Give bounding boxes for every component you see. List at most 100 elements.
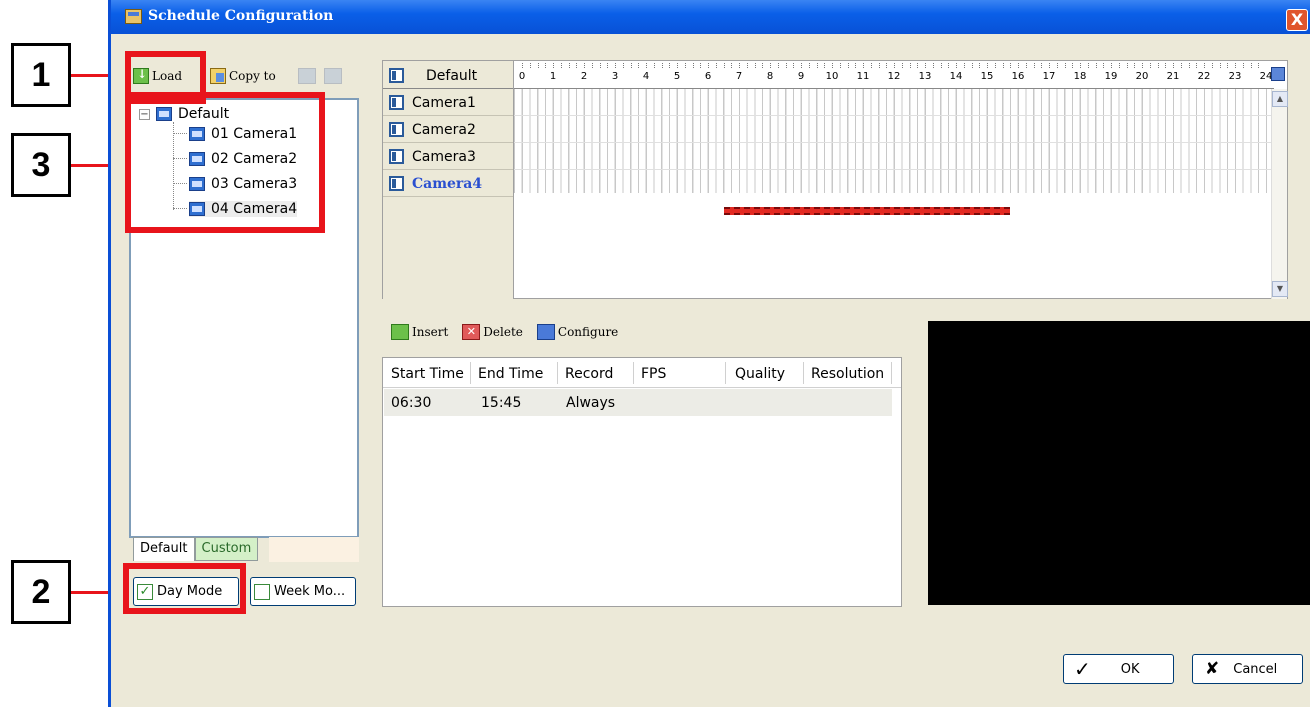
hour-label: 22 [1197, 71, 1211, 82]
col-divider[interactable] [633, 362, 634, 384]
ok-button[interactable]: ✓ OK [1063, 654, 1174, 684]
ruler-tick [692, 63, 694, 68]
ruler-tick [1165, 63, 1167, 68]
hour-label: 18 [1073, 71, 1087, 82]
ruler-tick [994, 63, 996, 68]
configure-button[interactable]: Configure [536, 324, 619, 340]
col-resolution[interactable]: Resolution [811, 366, 884, 382]
col-divider[interactable] [470, 362, 471, 384]
scroll-down-button[interactable]: ▼ [1272, 281, 1288, 297]
ruler-tick [979, 63, 981, 68]
tab-custom[interactable]: Custom [194, 537, 259, 561]
move-up-icon[interactable] [298, 68, 316, 84]
schedule-header[interactable]: Default [383, 63, 513, 89]
ruler-tick [1149, 63, 1151, 68]
hour-label: 6 [704, 71, 712, 82]
hour-label: 12 [887, 71, 901, 82]
ruler-tick [894, 63, 895, 68]
vertical-scrollbar[interactable]: ▲ ▼ [1271, 89, 1288, 299]
col-divider[interactable] [725, 362, 726, 384]
col-end-time[interactable]: End Time [478, 366, 543, 382]
schedule-row-label: Camera4 [412, 175, 483, 192]
insert-button[interactable]: Insert [391, 324, 448, 340]
row-divider [514, 169, 1274, 170]
remove-icon[interactable] [324, 68, 342, 84]
grid-view-icon[interactable] [1271, 67, 1285, 81]
hour-label: 20 [1135, 71, 1149, 82]
ruler-tick [1188, 63, 1190, 68]
ruler-tick [1002, 63, 1004, 68]
delete-button[interactable]: ✕ Delete [462, 324, 523, 340]
schedule-row-camera3[interactable]: Camera3 [383, 144, 513, 170]
ruler-tick [1235, 63, 1236, 68]
ruler-tick [622, 63, 624, 68]
tab-default[interactable]: Default [133, 537, 195, 561]
ruler-tick [1072, 63, 1074, 68]
ruler-tick [1118, 63, 1120, 68]
ruler-tick [661, 63, 663, 68]
tab-strip-fill [269, 537, 359, 562]
callout-1: 1 [11, 43, 71, 107]
x-icon: ✘ [1205, 659, 1220, 679]
schedule-row-label: Camera3 [412, 148, 476, 165]
ruler-tick [1103, 63, 1105, 68]
ruler-tick [1227, 63, 1229, 68]
ruler-tick [715, 63, 717, 68]
ruler-tick [1204, 63, 1205, 68]
schedule-row-camera4[interactable]: Camera4 [383, 171, 513, 197]
cell-start-time: 06:30 [391, 395, 432, 411]
cancel-label: Cancel [1233, 661, 1278, 677]
ruler-tick [1080, 63, 1081, 68]
ruler-tick [746, 63, 748, 68]
ruler-tick [762, 63, 764, 68]
ruler-tick [863, 63, 864, 68]
table-row[interactable]: 06:30 15:45 Always [384, 389, 892, 416]
hour-label: 23 [1228, 71, 1242, 82]
delete-icon: ✕ [462, 324, 481, 340]
copy-to-button[interactable]: Copy to [210, 68, 276, 84]
copy-to-label: Copy to [229, 69, 276, 83]
hour-label: 8 [766, 71, 774, 82]
ruler-tick [1126, 63, 1128, 68]
schedule-grid: Default Camera1 Camera2 Camera3 Camera4 … [382, 60, 1288, 299]
ruler-tick [1173, 63, 1174, 68]
col-start-time[interactable]: Start Time [391, 366, 464, 382]
configure-label: Configure [557, 325, 619, 339]
ruler-tick [839, 63, 841, 68]
ruler-tick [731, 63, 733, 68]
ruler-tick [917, 63, 919, 68]
timeline-grid[interactable] [514, 89, 1274, 193]
title-bar[interactable]: Schedule Configuration X [111, 0, 1310, 34]
ruler-tick [1180, 63, 1182, 68]
cancel-button[interactable]: ✘ Cancel [1192, 654, 1303, 684]
ruler-tick [925, 63, 926, 68]
callout-3-label: 3 [31, 145, 51, 184]
hour-label: 17 [1042, 71, 1056, 82]
col-record[interactable]: Record [565, 366, 613, 382]
close-button[interactable]: X [1286, 9, 1308, 31]
hour-label: 0 [518, 71, 526, 82]
schedule-row-label: Camera1 [412, 94, 476, 111]
col-quality[interactable]: Quality [735, 366, 785, 382]
col-fps[interactable]: FPS [641, 366, 666, 382]
highlight-camera-list [125, 92, 325, 233]
timeline-area[interactable]: 0 1 2 3 4 5 6 7 8 9 10 11 12 13 14 15 16 17 18 19 20 21 22 23 24 [514, 61, 1274, 299]
ruler-tick [1258, 63, 1260, 68]
ruler-tick [878, 63, 880, 68]
tree-tabs: Default Custom [133, 537, 259, 561]
week-mode-button[interactable]: Week Mo... [250, 577, 356, 606]
highlight-day-mode [123, 563, 246, 614]
col-divider[interactable] [891, 362, 892, 384]
schedule-bar-camera4[interactable] [723, 207, 1011, 215]
schedule-row-camera2[interactable]: Camera2 [383, 117, 513, 143]
ruler-tick [870, 63, 872, 68]
col-divider[interactable] [557, 362, 558, 384]
hour-label: 14 [949, 71, 963, 82]
schedule-row-camera1[interactable]: Camera1 [383, 90, 513, 116]
camera-icon [389, 122, 404, 137]
hour-label: 21 [1166, 71, 1180, 82]
hour-label: 5 [673, 71, 681, 82]
scroll-up-button[interactable]: ▲ [1272, 91, 1288, 107]
ruler-tick [568, 63, 570, 68]
col-divider[interactable] [803, 362, 804, 384]
